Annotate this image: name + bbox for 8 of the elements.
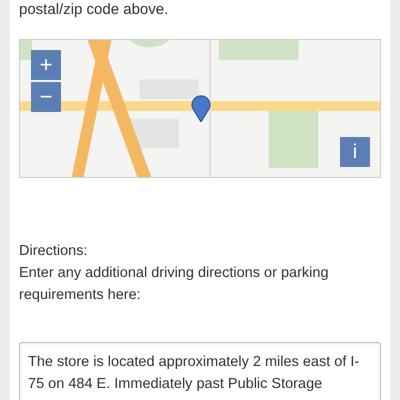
- zoom-in-button[interactable]: +: [31, 50, 61, 80]
- directions-help-text: Enter any additional driving directions or parking requirements here:: [19, 264, 330, 305]
- zoom-out-button[interactable]: −: [31, 82, 61, 112]
- intro-text: postal/zip code above.: [19, 2, 168, 18]
- map-pin-icon: [191, 94, 211, 122]
- directions-label: Directions:: [19, 242, 88, 261]
- directions-field[interactable]: The store is located approximately 2 miles east of I-75 on 484 E. Immediately past Public Storage: [19, 342, 381, 400]
- info-button[interactable]: i: [340, 136, 370, 167]
